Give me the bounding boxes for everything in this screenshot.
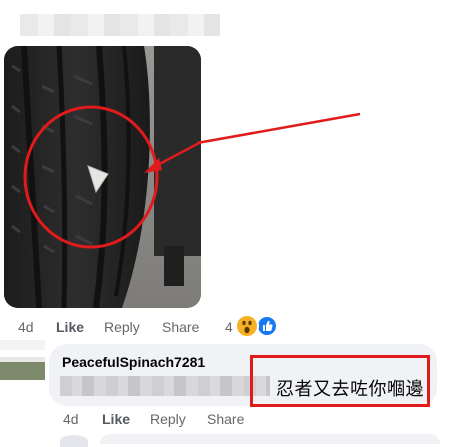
- like-button[interactable]: Like: [56, 318, 84, 336]
- wow-emoji-icon[interactable]: [235, 314, 259, 338]
- reply-reply-button[interactable]: Reply: [150, 410, 186, 428]
- reaction-count[interactable]: 4: [225, 318, 233, 336]
- highlight-box: [250, 355, 430, 407]
- annotation-arrow: [196, 112, 361, 145]
- reply-like-button[interactable]: Like: [102, 410, 130, 428]
- reply-share-button[interactable]: Share: [207, 410, 244, 428]
- share-button[interactable]: Share: [162, 318, 199, 336]
- blurred-name: [20, 14, 220, 36]
- comment-input[interactable]: [100, 434, 440, 444]
- avatar[interactable]: [0, 362, 45, 380]
- reply-time[interactable]: 4d: [63, 410, 79, 428]
- thread-line: [0, 340, 45, 350]
- blurred-comment-text: [60, 376, 270, 396]
- avatar[interactable]: [60, 435, 88, 447]
- reply-author-name[interactable]: PeacefulSpinach7281: [62, 354, 205, 370]
- like-thumb-icon[interactable]: [256, 315, 278, 337]
- comment-photo[interactable]: [4, 46, 201, 308]
- tire-image: [4, 46, 201, 308]
- reply-button[interactable]: Reply: [104, 318, 140, 336]
- post-time[interactable]: 4d: [18, 318, 34, 336]
